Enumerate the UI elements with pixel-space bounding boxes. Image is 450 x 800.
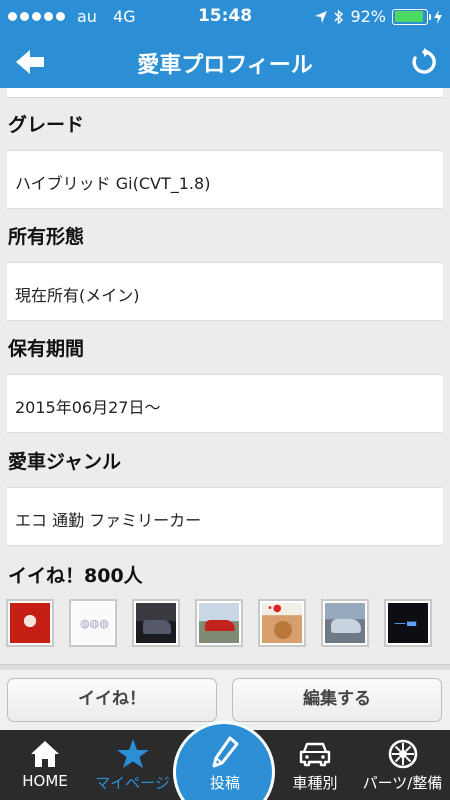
likes-heading: イイね！800人 [8, 565, 143, 587]
location-icon [315, 10, 328, 23]
tab-cars[interactable]: 車種別 [275, 730, 355, 800]
grade-value: ハイブリッド Gi(CVT_1.8) [15, 174, 211, 193]
status-bar: au 4G 15:48 92% [0, 0, 450, 36]
battery-icon [392, 8, 431, 25]
wheel-icon [388, 739, 417, 769]
liked-user-avatar[interactable] [6, 599, 54, 647]
car-icon [299, 742, 331, 767]
liked-user-avatar[interactable] [195, 599, 243, 647]
tab-cars-label: 車種別 [292, 774, 338, 792]
edit-button[interactable]: 編集する [232, 678, 442, 722]
genre-value: エコ 通勤 ファミリーカー [15, 511, 202, 530]
like-button[interactable]: イイね！ [7, 678, 217, 722]
tab-post[interactable]: 投稿 [175, 730, 275, 800]
period-card: 2015年06月27日〜 [7, 374, 443, 433]
battery-fill [394, 11, 424, 22]
home-icon [31, 741, 59, 767]
liked-user-avatar[interactable] [69, 599, 117, 647]
star-icon [116, 739, 149, 768]
liked-user-avatar[interactable] [384, 599, 432, 647]
tab-home[interactable]: HOME [0, 730, 90, 800]
liked-user-avatar[interactable] [132, 599, 180, 647]
status-right: 92% [314, 7, 442, 26]
genre-heading: 愛車ジャンル [8, 451, 122, 473]
ownership-card: 現在所有(メイン) [7, 262, 443, 321]
ownership-heading: 所有形態 [8, 226, 85, 248]
pencil-icon [212, 736, 239, 768]
liked-user-avatar[interactable] [258, 599, 306, 647]
ownership-value: 現在所有(メイン) [15, 286, 140, 305]
liked-user-avatar[interactable] [321, 599, 369, 647]
period-heading: 保有期間 [8, 338, 85, 360]
bluetooth-icon [334, 8, 344, 25]
grade-heading: グレード [8, 114, 85, 136]
battery-percent: 92% [350, 7, 386, 26]
period-value: 2015年06月27日〜 [15, 398, 161, 417]
nav-bar: 愛車プロフィール [0, 36, 450, 88]
genre-card: エコ 通勤 ファミリーカー [7, 487, 443, 546]
liked-users-row [6, 599, 432, 647]
tab-post-label: 投稿 [209, 774, 240, 792]
tab-parts[interactable]: パーツ/整備 [355, 730, 450, 800]
tab-bar: HOME マイページ 投稿 車種別 パーツ/整備 [0, 721, 450, 800]
charging-icon [434, 9, 442, 24]
refresh-icon[interactable] [410, 48, 438, 76]
tab-mypage-label: マイページ [95, 774, 170, 792]
tab-home-label: HOME [22, 772, 68, 790]
page-title: 愛車プロフィール [137, 53, 313, 78]
grade-card: ハイブリッド Gi(CVT_1.8) [7, 150, 443, 209]
previous-card [7, 88, 443, 98]
tab-parts-label: パーツ/整備 [362, 774, 443, 792]
tab-mypage[interactable]: マイページ [90, 730, 175, 800]
profile-content[interactable]: グレード ハイブリッド Gi(CVT_1.8) 所有形態 現在所有(メイン) 保… [0, 88, 450, 670]
